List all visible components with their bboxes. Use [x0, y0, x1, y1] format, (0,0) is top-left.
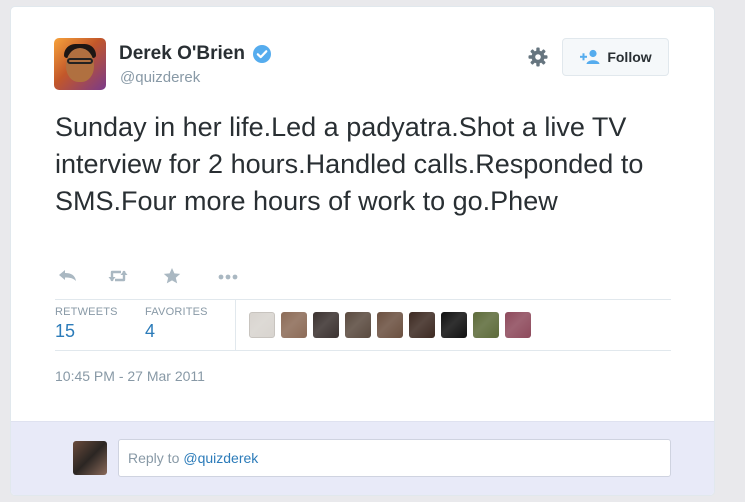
current-user-avatar — [73, 441, 107, 475]
more-dots-icon[interactable] — [217, 267, 239, 285]
favorites-label[interactable]: FAVORITES — [145, 306, 208, 318]
verified-badge-icon — [253, 45, 271, 63]
gear-icon[interactable] — [527, 46, 549, 68]
reply-icon[interactable] — [57, 267, 79, 285]
favoriter-avatar[interactable] — [281, 312, 307, 338]
favoriter-avatar[interactable] — [377, 312, 403, 338]
tweet-actions — [57, 265, 239, 287]
favoriter-avatar[interactable] — [345, 312, 371, 338]
favorites-count[interactable]: 4 — [145, 321, 155, 342]
stats-divider-vertical — [235, 300, 236, 350]
add-user-icon — [580, 49, 600, 64]
retweets-count[interactable]: 15 — [55, 321, 75, 342]
author-handle[interactable]: @quizderek — [120, 69, 200, 86]
reply-prefix: Reply to — [128, 450, 180, 466]
reply-input[interactable]: Reply to @quizderek — [118, 439, 671, 477]
favoriter-avatar[interactable] — [409, 312, 435, 338]
favoriter-avatar[interactable] — [313, 312, 339, 338]
favorite-star-icon[interactable] — [161, 267, 183, 285]
follow-button-label: Follow — [607, 49, 652, 65]
stats-divider-top — [55, 299, 671, 300]
reply-area: Reply to @quizderek — [11, 421, 714, 495]
tweet-timestamp[interactable]: 10:45 PM - 27 Mar 2011 — [55, 368, 205, 384]
favoriters-avatars — [249, 312, 531, 338]
avatar-face — [66, 48, 94, 82]
tweet-text: Sunday in her life.Led a padyatra.Shot a… — [55, 112, 644, 216]
retweet-icon[interactable] — [107, 267, 129, 285]
avatar-glasses — [67, 58, 93, 64]
author-name[interactable]: Derek O'Brien — [119, 43, 245, 65]
retweets-label[interactable]: RETWEETS — [55, 306, 118, 318]
favoriter-avatar[interactable] — [441, 312, 467, 338]
author-avatar[interactable] — [54, 38, 106, 90]
stats-divider-bottom — [55, 350, 671, 351]
favoriter-avatar[interactable] — [249, 312, 275, 338]
favoriter-avatar[interactable] — [473, 312, 499, 338]
favoriter-avatar[interactable] — [505, 312, 531, 338]
follow-button[interactable]: Follow — [562, 38, 669, 76]
tweet-card: Derek O'Brien @quizderek Follow Sunday i… — [10, 6, 715, 496]
reply-mention: @quizderek — [183, 450, 259, 466]
